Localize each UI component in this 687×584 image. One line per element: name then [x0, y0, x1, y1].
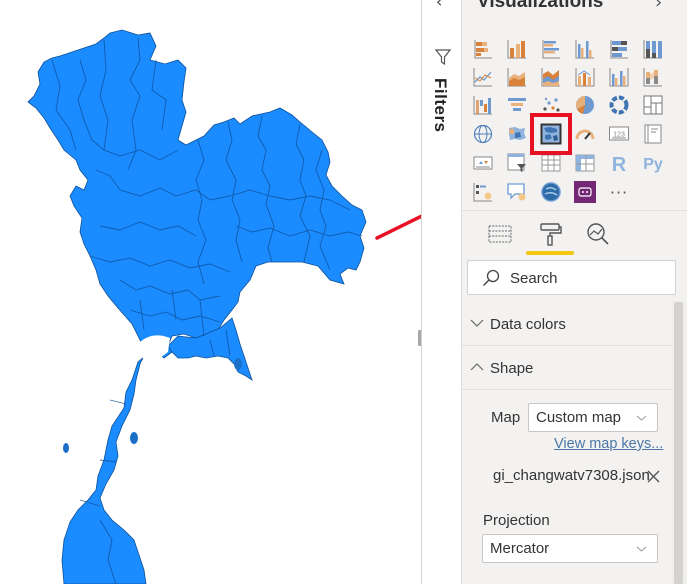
qa-visual-icon[interactable] [504, 179, 530, 205]
search-icon [483, 269, 500, 286]
custom-map-file-name: gi_changwatv7308.json [493, 467, 650, 484]
clustered-column-chart-icon[interactable] [572, 36, 598, 62]
slicer-icon[interactable] [504, 150, 530, 176]
funnel-chart-icon[interactable] [504, 92, 530, 118]
projection-label: Projection [483, 512, 550, 529]
chevron-down-icon [636, 546, 647, 552]
100-stacked-bar-chart-icon[interactable] [606, 36, 632, 62]
map-icon[interactable] [470, 121, 496, 147]
map-dropdown-value: Custom map [536, 409, 622, 426]
thailand-map[interactable] [27, 29, 367, 584]
active-tab-indicator [526, 251, 574, 255]
stacked-area-chart-icon[interactable] [538, 64, 564, 90]
line-and-stacked-column-chart-icon[interactable] [572, 64, 598, 90]
format-search-box[interactable] [467, 260, 676, 295]
tab-analytics[interactable] [581, 218, 615, 250]
svg-text:R: R [612, 154, 627, 174]
stacked-bar-chart-icon[interactable] [470, 36, 496, 62]
projection-dropdown[interactable]: Mercator [482, 534, 658, 563]
chevron-right-icon[interactable]: › [655, 0, 662, 13]
waterfall-chart-icon[interactable] [470, 92, 496, 118]
multi-row-card-icon[interactable] [640, 121, 666, 147]
section-label: Shape [490, 359, 534, 377]
map-region-north[interactable] [27, 29, 367, 584]
analytics-icon [587, 223, 609, 245]
power-apps-icon[interactable] [572, 179, 598, 205]
line-chart-icon[interactable] [470, 64, 496, 90]
map-island [130, 432, 138, 444]
100-stacked-column-chart-icon[interactable] [640, 36, 666, 62]
chevron-left-icon[interactable]: ‹ [436, 0, 442, 11]
pie-chart-icon[interactable] [572, 92, 598, 118]
funnel-icon [435, 49, 451, 66]
r-script-visual-icon[interactable]: R [606, 150, 632, 176]
shape-map-icon[interactable] [538, 121, 564, 147]
svg-text:123: 123 [613, 132, 625, 139]
filters-pane[interactable]: ‹ Filters [421, 0, 462, 584]
remove-file-icon[interactable] [647, 470, 660, 483]
report-canvas[interactable] [0, 0, 542, 584]
ribbon-chart-icon[interactable] [640, 64, 666, 90]
section-shape[interactable]: Shape [462, 347, 672, 390]
visualizations-title: Visualizations [477, 0, 604, 12]
scrollbar-thumb[interactable] [674, 302, 683, 584]
view-map-keys-link[interactable]: View map keys... [554, 436, 663, 452]
key-influencers-icon[interactable] [470, 179, 496, 205]
treemap-icon[interactable] [640, 92, 666, 118]
projection-dropdown-value: Mercator [490, 540, 550, 557]
arcgis-map-icon[interactable] [538, 179, 564, 205]
chevron-down-icon [462, 317, 490, 331]
matrix-icon[interactable] [572, 150, 598, 176]
search-input[interactable] [510, 268, 660, 288]
tab-format[interactable] [533, 218, 567, 250]
filled-map-icon[interactable] [504, 121, 530, 147]
python-visual-icon[interactable]: Py [640, 150, 666, 176]
svg-text:Py: Py [643, 156, 663, 173]
card-icon[interactable]: 123 [606, 121, 632, 147]
powerbi-window: ‹ Filters Visualizations › 123 R Py ··· … [0, 0, 687, 584]
fields-icon [488, 225, 512, 243]
gauge-icon[interactable] [572, 121, 598, 147]
more-visuals-icon[interactable]: ··· [606, 179, 632, 205]
stacked-column-chart-icon[interactable] [504, 36, 530, 62]
tab-fields[interactable] [483, 218, 517, 250]
kpi-icon[interactable] [470, 150, 496, 176]
map-dropdown[interactable]: Custom map [528, 403, 658, 432]
divider [462, 210, 687, 211]
line-and-clustered-column-chart-icon[interactable] [606, 64, 632, 90]
clustered-bar-chart-icon[interactable] [538, 36, 564, 62]
chevron-down-icon [636, 415, 647, 421]
donut-chart-icon[interactable] [606, 92, 632, 118]
table-icon[interactable] [538, 150, 564, 176]
scatter-chart-icon[interactable] [538, 92, 564, 118]
chevron-up-icon [462, 361, 490, 375]
map-island [234, 358, 242, 370]
map-island [63, 443, 69, 453]
section-label: Data colors [490, 315, 566, 333]
paint-roller-icon [540, 223, 562, 246]
filters-label[interactable]: Filters [430, 78, 450, 133]
area-chart-icon[interactable] [504, 64, 530, 90]
map-label: Map [491, 409, 521, 426]
shape-map-visual[interactable] [0, 0, 420, 584]
section-data-colors[interactable]: Data colors [462, 303, 672, 346]
